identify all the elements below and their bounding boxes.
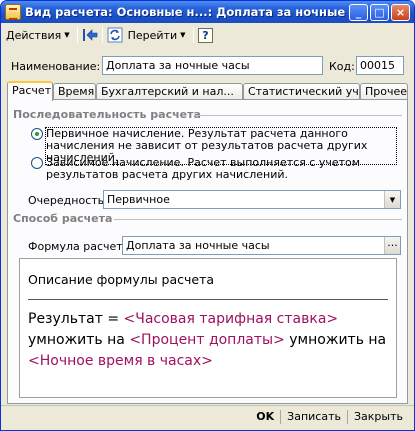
ok-button[interactable]: OK bbox=[251, 408, 279, 426]
close-button[interactable]: Закрыть bbox=[349, 408, 408, 426]
sequence-section-title: Последовательность расчета bbox=[13, 108, 201, 121]
code-field[interactable]: 00015 bbox=[356, 56, 404, 75]
tab-calculations[interactable]: Расчеты bbox=[7, 81, 53, 101]
order-select-value: Первичное bbox=[107, 193, 170, 206]
toolbar-separator bbox=[101, 27, 103, 43]
dialog-buttons: OK Записать Закрыть bbox=[251, 407, 408, 427]
tab-panel-calculations: Последовательность расчета Первичное нач… bbox=[7, 99, 408, 404]
toolbar: Действия ▼ Перейти ▼ ? bbox=[3, 25, 412, 45]
description-title: Описание формулы расчета bbox=[28, 272, 215, 287]
method-section-title: Способ расчета bbox=[13, 212, 113, 225]
dialog-window: Вид расчета: Основные н...: Доплата за н… bbox=[0, 0, 415, 431]
tab-other[interactable]: Прочее bbox=[360, 83, 408, 100]
actions-menu-button[interactable]: Действия ▼ bbox=[3, 26, 73, 44]
formula-description-box: Описание формулы расчета Результат = <Ча… bbox=[19, 258, 397, 398]
go-to-list-icon[interactable] bbox=[82, 27, 98, 43]
desc-result: Результат = bbox=[28, 311, 120, 327]
ellipsis-icon[interactable]: ... bbox=[384, 237, 400, 254]
refresh-icon[interactable] bbox=[107, 27, 123, 43]
chevron-down-icon[interactable]: ▼ bbox=[384, 191, 400, 208]
desc-hours-link[interactable]: <Ночное время в часах> bbox=[28, 353, 213, 369]
desc-multiply-1: умножить на bbox=[28, 332, 125, 348]
code-label: Код: bbox=[329, 60, 355, 73]
formula-description-text: Результат = <Часовая тарифная ставка> ум… bbox=[28, 309, 390, 372]
toolbar-separator bbox=[192, 27, 194, 43]
formula-select-value: Доплата за ночные часы bbox=[126, 239, 270, 252]
help-icon: ? bbox=[198, 27, 213, 43]
dependent-calc-radio[interactable] bbox=[31, 157, 43, 169]
desc-rate-link[interactable]: <Часовая тарифная ставка> bbox=[124, 311, 339, 327]
minimize-button[interactable]: _ bbox=[349, 3, 368, 21]
tab-time[interactable]: Время bbox=[53, 83, 96, 100]
order-label: Очередность: bbox=[28, 194, 108, 207]
help-button[interactable]: ? bbox=[198, 27, 214, 43]
tab-statistics[interactable]: Статистический учет bbox=[243, 83, 360, 100]
section-divider bbox=[194, 115, 402, 116]
footer-divider bbox=[1, 405, 414, 406]
dropdown-arrow-icon: ▼ bbox=[180, 31, 186, 39]
name-label: Наименование: bbox=[11, 60, 101, 73]
app-icon bbox=[5, 4, 21, 20]
formula-label: Формула расчета: bbox=[28, 240, 134, 253]
order-select[interactable]: Первичное ▼ bbox=[103, 190, 401, 209]
tab-accounting[interactable]: Бухгалтерский и нал... bbox=[96, 83, 243, 100]
title-bar[interactable]: Вид расчета: Основные н...: Доплата за н… bbox=[1, 1, 414, 23]
button-separator bbox=[347, 410, 348, 424]
desc-percent-link[interactable]: <Процент доплаты> bbox=[129, 332, 284, 348]
save-button[interactable]: Записать bbox=[282, 408, 346, 426]
close-window-button[interactable]: × bbox=[391, 3, 410, 21]
section-divider bbox=[114, 219, 402, 220]
toolbar-separator bbox=[76, 27, 78, 43]
primary-calc-radio[interactable] bbox=[31, 128, 43, 140]
goto-label: Перейти bbox=[127, 28, 178, 42]
maximize-button[interactable]: □ bbox=[370, 3, 389, 21]
desc-multiply-2: умножить на bbox=[289, 332, 387, 348]
description-divider bbox=[28, 299, 388, 300]
window-title: Вид расчета: Основные н...: Доплата за н… bbox=[25, 5, 349, 19]
name-field[interactable]: Доплата за ночные часы bbox=[102, 56, 323, 75]
dependent-calc-option-text[interactable]: Зависимое начисление. Расчет выполняется… bbox=[46, 157, 396, 181]
dropdown-arrow-icon: ▼ bbox=[64, 31, 70, 39]
actions-label: Действия bbox=[6, 28, 62, 42]
goto-menu-button[interactable]: Перейти ▼ bbox=[125, 26, 189, 44]
formula-select[interactable]: Доплата за ночные часы ... bbox=[122, 236, 401, 255]
button-separator bbox=[280, 410, 282, 424]
